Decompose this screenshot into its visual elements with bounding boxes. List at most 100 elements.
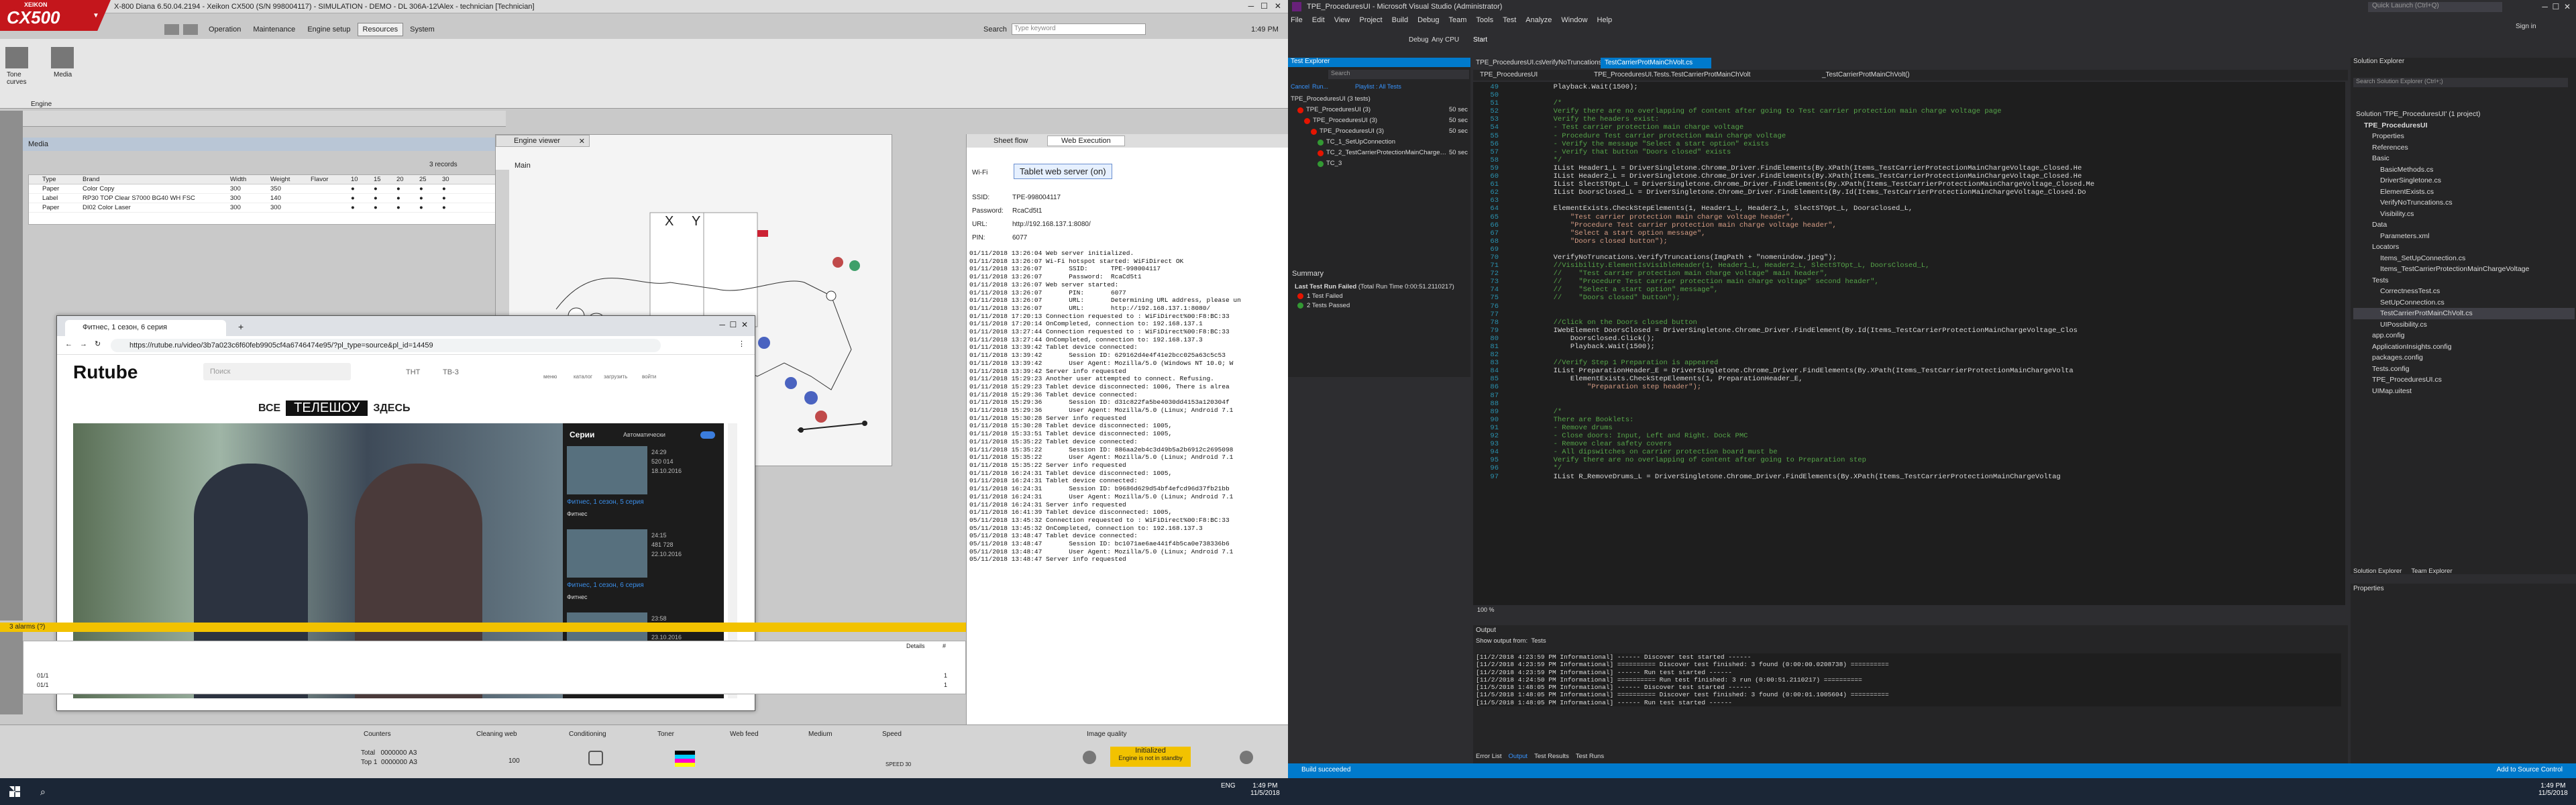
solution-item[interactable]: UIPossibility.cs xyxy=(2353,319,2575,331)
episode-item[interactable]: 24:29 520 014 18.10.2016 Фитнес, 1 сезон, 5… xyxy=(567,446,720,525)
test-item[interactable]: TC_2_TestCarrierProtectionMainChargeVolt… xyxy=(1291,148,1468,158)
alarm-row-time[interactable]: 01/1 xyxy=(37,672,49,679)
solution-item[interactable]: app.config xyxy=(2353,330,2575,341)
col-20[interactable]: 20 xyxy=(396,176,419,183)
solution-item[interactable]: References xyxy=(2353,142,2575,154)
platform-dropdown[interactable]: Any CPU xyxy=(1432,36,1459,44)
browser-window-controls[interactable]: ─ ☐ ✕ xyxy=(719,320,748,329)
test-search[interactable]: Search xyxy=(1328,70,1469,79)
solution-item[interactable]: Data xyxy=(2353,219,2575,231)
search-input[interactable]: Type keyword xyxy=(1012,23,1146,35)
solution-item[interactable]: ApplicationInsights.config xyxy=(2353,341,2575,353)
reload-icon[interactable]: ↻ xyxy=(95,339,101,348)
solution-item[interactable]: TPE_ProceduresUI.cs xyxy=(2353,374,2575,386)
code-editor[interactable]: 49 Playback.Wait(1500); 50 51 /* 52 Verify … xyxy=(1473,82,2345,605)
sign-in[interactable]: Sign in xyxy=(2516,23,2536,30)
vs-menu-analyze[interactable]: Analyze xyxy=(1525,16,1552,24)
vs-menu-test[interactable]: Test xyxy=(1503,16,1516,24)
start-button[interactable]: Start xyxy=(1473,36,1487,44)
solution-item[interactable]: packages.config xyxy=(2353,352,2575,364)
rutube-logo[interactable]: Rutube xyxy=(73,362,138,383)
failed-count[interactable]: 1 Test Failed xyxy=(1297,292,1343,300)
vs-menu-debug[interactable]: Debug xyxy=(1417,16,1439,24)
new-tab-icon[interactable]: + xyxy=(238,321,244,332)
media-icon[interactable] xyxy=(51,47,74,68)
playlist-link[interactable]: Playlist : All Tests xyxy=(1355,83,1401,90)
bottom-tab[interactable]: Output xyxy=(1509,753,1528,760)
nav-tnt[interactable]: ТНТ xyxy=(406,368,420,376)
solution-item[interactable]: DriverSingletone.cs xyxy=(2353,175,2575,186)
test-item[interactable]: TPE_ProceduresUI (3) 50 sec xyxy=(1291,126,1468,137)
solution-item[interactable]: Visibility.cs xyxy=(2353,209,2575,220)
autoplay-toggle[interactable] xyxy=(700,431,715,439)
menu-maintenance[interactable]: Maintenance xyxy=(248,23,301,36)
test-item[interactable]: TC_1_SetUpConnection xyxy=(1291,137,1468,148)
solution-item[interactable]: Items_TestCarrierProtectionMainChargeVol… xyxy=(2353,264,2575,275)
media-row[interactable]: Label RP30 TOP Clear S7000 BG40 WH FSC 300… xyxy=(29,194,497,203)
zoom-level[interactable]: 100 % xyxy=(1477,606,1495,613)
solution-item[interactable]: VerifyNoTruncations.cs xyxy=(2353,197,2575,209)
run-link[interactable]: Run... xyxy=(1312,83,1328,90)
window-controls[interactable]: ─ ☐ ✕ xyxy=(1248,1,1281,11)
search-icon[interactable]: ⌕ xyxy=(40,786,46,798)
solution-item[interactable]: Basic xyxy=(2353,153,2575,164)
alarm-col-num[interactable]: # xyxy=(943,643,946,649)
media-row[interactable]: Paper DI02 Color Laser 300 300 ● ● ● ● ● xyxy=(29,203,497,213)
tab-web-execution[interactable]: Web Execution xyxy=(1047,136,1125,146)
vs-menu-window[interactable]: Window xyxy=(1561,16,1587,24)
forward-icon[interactable] xyxy=(183,24,198,35)
taskbar-clock-right[interactable]: 1:49 PM 11/5/2018 xyxy=(2538,782,2568,797)
col-brand[interactable]: Brand xyxy=(83,176,230,183)
nav-login[interactable]: войти xyxy=(642,374,656,380)
vs-menu-build[interactable]: Build xyxy=(1392,16,1408,24)
tab-team-explorer[interactable]: Team Explorer xyxy=(2411,568,2452,575)
nav-member[interactable]: _TestCarrierProtMainChVolt() xyxy=(1822,71,1910,78)
vs-menu-file[interactable]: File xyxy=(1291,16,1303,24)
vs-menu-view[interactable]: View xyxy=(1334,16,1350,24)
menu-engine-setup[interactable]: Engine setup xyxy=(302,23,356,36)
toner-icon[interactable] xyxy=(675,751,695,767)
forward-icon[interactable]: → xyxy=(80,340,87,348)
close-icon[interactable]: ✕ xyxy=(579,137,585,146)
solution-item[interactable]: Items_SetUpConnection.cs xyxy=(2353,253,2575,264)
config-dropdown[interactable]: Debug xyxy=(1409,36,1428,44)
solution-item[interactable]: TestCarrierProtMainChVolt.cs xyxy=(2353,308,2575,319)
menu-system[interactable]: System xyxy=(405,23,440,36)
alarm-row-time[interactable]: 01/1 xyxy=(37,682,49,688)
col-15[interactable]: 15 xyxy=(374,176,396,183)
tab-sheet-flow[interactable]: Sheet flow xyxy=(994,137,1028,145)
nav-upload[interactable]: загрузить xyxy=(604,374,627,380)
episode-item[interactable]: 24:15 481 728 22.10.2016 Фитнес, 1 сезон, 6… xyxy=(567,529,720,608)
bottom-tab[interactable]: Error List xyxy=(1476,753,1502,760)
col-10[interactable]: 10 xyxy=(351,176,374,183)
solution-item[interactable]: Tests xyxy=(2353,275,2575,286)
col-25[interactable]: 25 xyxy=(419,176,442,183)
language-indicator[interactable]: ENG xyxy=(1221,782,1236,790)
rutube-banner[interactable]: ВСЕ ТЕЛЕШОУ ЗДЕСЬ xyxy=(258,400,411,416)
solution-item[interactable]: Tests.config xyxy=(2353,364,2575,375)
bottom-tab[interactable]: Test Runs xyxy=(1576,753,1604,760)
col-width[interactable]: Width xyxy=(230,176,270,183)
test-item[interactable]: TPE_ProceduresUI (3 tests) xyxy=(1291,94,1468,105)
vs-menu-tools[interactable]: Tools xyxy=(1476,16,1493,24)
tablet-server-button[interactable]: Tablet web server (on) xyxy=(1014,164,1112,179)
engine-state[interactable]: Initialized Engine is not in standby xyxy=(1110,747,1191,767)
quick-launch[interactable]: Quick Launch (Ctrl+Q) xyxy=(2368,2,2502,12)
taskbar-clock-left[interactable]: 1:49 PM 11/5/2018 xyxy=(1250,782,1280,797)
nav-project[interactable]: TPE_ProceduresUI xyxy=(1480,71,1538,78)
solution-item[interactable]: Locators xyxy=(2353,241,2575,253)
menu-resources[interactable]: Resources xyxy=(357,23,404,36)
vs-menu-edit[interactable]: Edit xyxy=(1312,16,1325,24)
tab-procedures[interactable]: TPE_ProceduresUI.cs xyxy=(1476,59,1542,66)
dropdown-icon[interactable]: ▼ xyxy=(93,12,99,19)
col-weight[interactable]: Weight xyxy=(270,176,311,183)
cancel-link[interactable]: Cancel xyxy=(1291,83,1309,90)
stop-icon[interactable] xyxy=(1240,751,1253,764)
vs-menu-project[interactable]: Project xyxy=(1359,16,1382,24)
test-item[interactable]: TC_3 xyxy=(1291,158,1468,169)
alarms-bar[interactable]: 3 alarms (?) xyxy=(0,623,966,632)
rutube-search[interactable]: Поиск xyxy=(203,363,351,380)
nav-menu[interactable]: меню xyxy=(543,374,557,380)
engine-viewer-tab[interactable]: Engine viewer ✕ xyxy=(496,135,590,147)
menu-icon[interactable]: ⋮ xyxy=(738,339,745,348)
